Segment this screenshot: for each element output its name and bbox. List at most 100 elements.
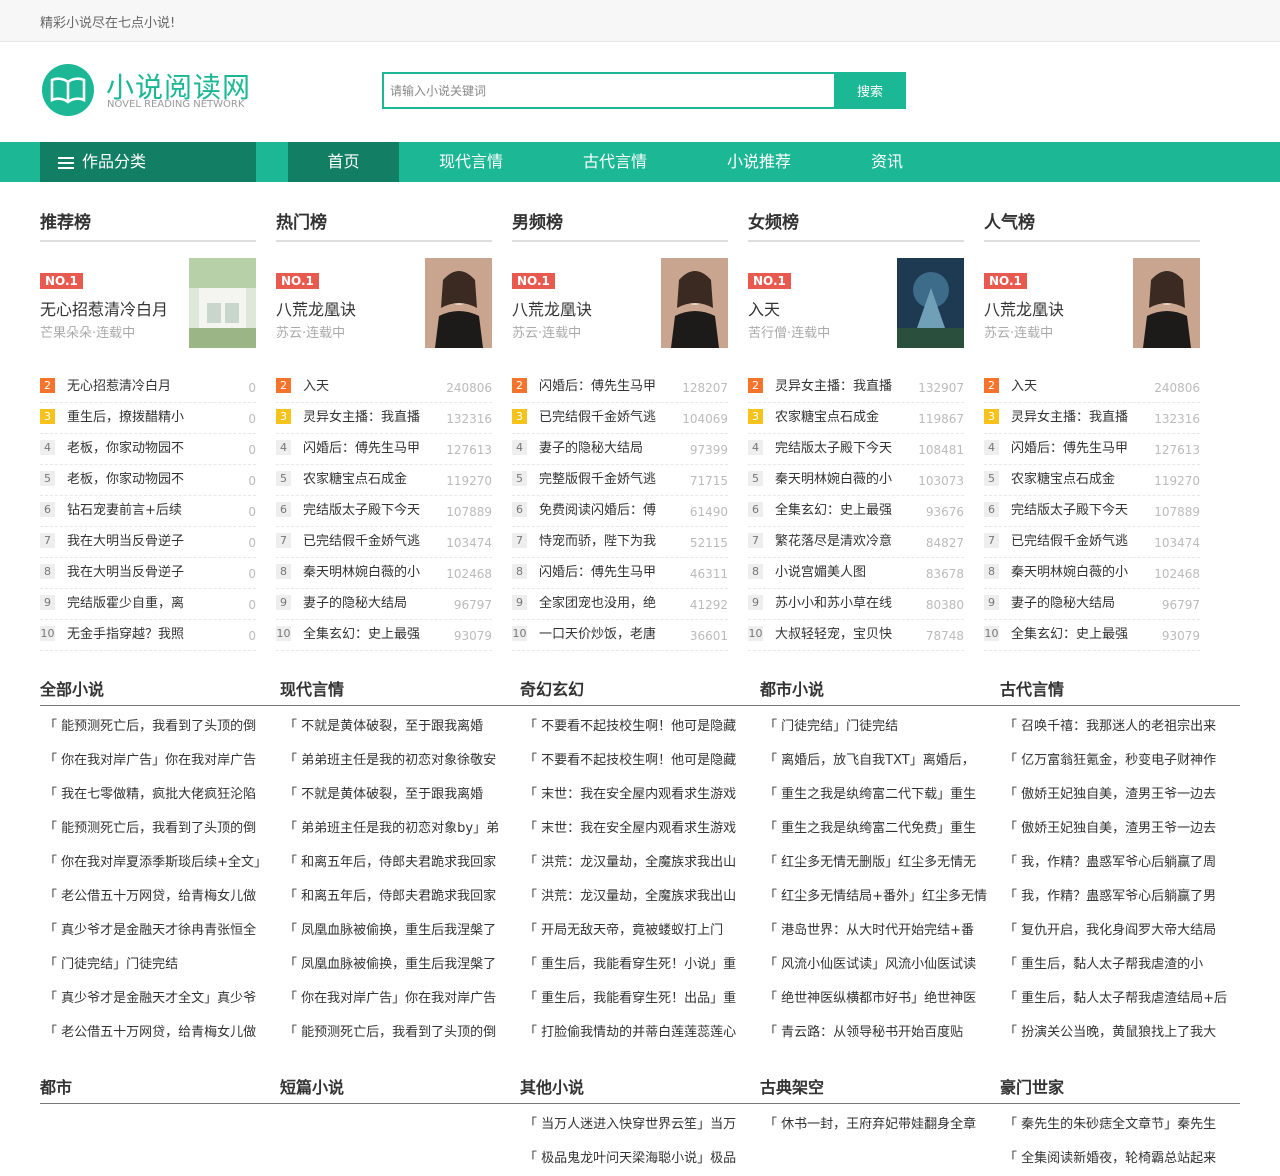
list-item[interactable]: 9 全家团宠也没用，绝 41292 — [512, 589, 728, 620]
list-item[interactable]: 10 一口天价炒饭，老唐 36601 — [512, 620, 728, 651]
list-item[interactable]: 4 闪婚后：傅先生马甲 127613 — [984, 434, 1200, 465]
novel-link[interactable]: 「 重生后，黏人太子帮我虐渣结局+后 — [1004, 982, 1230, 1016]
novel-link[interactable]: 「 红尘多无情无删版」红尘多无情无 — [764, 846, 990, 880]
list-item[interactable]: 6 免费阅读闪婚后：傅 61490 — [512, 496, 728, 527]
novel-link[interactable]: 「 重生后，我能看穿生死！小说」重 — [524, 948, 750, 982]
novel-link[interactable]: 「 我，作精？蛊惑军爷心后躺赢了周 — [1004, 846, 1230, 880]
list-item[interactable]: 2 无心招惹清冷白月 0 — [40, 372, 256, 403]
book-title[interactable]: 已完结假千金娇气逃 — [1011, 534, 1128, 549]
section-header[interactable]: 都市 — [40, 1074, 72, 1098]
novel-link[interactable]: 「 能预测死亡后，我看到了头顶的倒 — [44, 710, 270, 744]
book-title[interactable]: 灵异女主播：我直播 — [303, 410, 420, 425]
list-item[interactable]: 5 农家糖宝点石成金 119270 — [276, 465, 492, 496]
book-title[interactable]: 农家糖宝点石成金 — [303, 472, 407, 487]
featured-book[interactable]: NO.1 入天 苦行僧·连载中 — [748, 242, 964, 372]
list-item[interactable]: 8 秦天明林婉白薇的小 102468 — [276, 558, 492, 589]
featured-title[interactable]: 入天 — [748, 296, 780, 320]
book-title[interactable]: 闪婚后：傅先生马甲 — [539, 379, 656, 394]
book-cover[interactable] — [189, 258, 256, 348]
book-title[interactable]: 秦天明林婉白薇的小 — [1011, 565, 1128, 580]
book-title[interactable]: 完结版太子殿下今天 — [303, 503, 420, 518]
novel-link[interactable]: 「 洪荒：龙汉量劫，全魔族求我出山 — [524, 880, 750, 914]
book-title[interactable]: 灵异女主播：我直播 — [1011, 410, 1128, 425]
book-title[interactable]: 无心招惹清冷白月 — [67, 379, 171, 394]
book-title[interactable]: 完结版太子殿下今天 — [1011, 503, 1128, 518]
novel-link[interactable]: 「 风流小仙医试读」风流小仙医试读 — [764, 948, 990, 982]
list-item[interactable]: 9 妻子的隐秘大结局 96797 — [984, 589, 1200, 620]
list-item[interactable]: 3 重生后，撩拨醋精小 0 — [40, 403, 256, 434]
novel-link[interactable]: 「 弟弟班主任是我的初恋对象by」弟 — [284, 812, 510, 846]
book-title[interactable]: 妻子的隐秘大结局 — [1011, 596, 1115, 611]
book-title[interactable]: 重生后，撩拨醋精小 — [67, 410, 184, 425]
novel-link[interactable]: 「 和离五年后，侍郎夫君跪求我回家 — [284, 846, 510, 880]
featured-book[interactable]: NO.1 八荒龙凰诀 苏云·连载中 — [512, 242, 728, 372]
book-title[interactable]: 恃宠而骄，陛下为我 — [539, 534, 656, 549]
book-title[interactable]: 农家糖宝点石成金 — [1011, 472, 1115, 487]
book-title[interactable]: 农家糖宝点石成金 — [775, 410, 879, 425]
novel-link[interactable]: 「 你在我对岸夏添季斯琰后续+全文」 — [44, 846, 270, 880]
list-item[interactable]: 7 已完结假千金娇气逃 103474 — [276, 527, 492, 558]
novel-link[interactable]: 「 港岛世界：从大时代开始完结+番 — [764, 914, 990, 948]
list-item[interactable]: 4 老板，你家动物园不 0 — [40, 434, 256, 465]
book-title[interactable]: 老板，你家动物园不 — [67, 472, 184, 487]
novel-link[interactable]: 「 开局无敌天帝，竟被蝼蚁打上门 — [524, 914, 750, 948]
featured-book[interactable]: NO.1 无心招惹清冷白月 芒果朵朵·连载中 — [40, 242, 256, 372]
novel-link[interactable]: 「 能预测死亡后，我看到了头顶的倒 — [284, 1016, 510, 1050]
novel-link[interactable]: 「 你在我对岸广告」你在我对岸广告 — [44, 744, 270, 778]
book-title[interactable]: 妻子的隐秘大结局 — [303, 596, 407, 611]
book-title[interactable]: 灵异女主播：我直播 — [775, 379, 892, 394]
book-title[interactable]: 闪婚后：傅先生马甲 — [1011, 441, 1128, 456]
book-title[interactable]: 老板，你家动物园不 — [67, 441, 184, 456]
list-item[interactable]: 9 完结版霍少自重，离 0 — [40, 589, 256, 620]
list-item[interactable]: 5 农家糖宝点石成金 119270 — [984, 465, 1200, 496]
novel-link[interactable]: 「 和离五年后，侍郎夫君跪求我回家 — [284, 880, 510, 914]
list-item[interactable]: 2 灵异女主播：我直播 132907 — [748, 372, 964, 403]
section-header[interactable]: 短篇小说 — [280, 1074, 344, 1098]
novel-link[interactable]: 「 重生之我是纨绔富二代免费」重生 — [764, 812, 990, 846]
book-title[interactable]: 妻子的隐秘大结局 — [539, 441, 643, 456]
novel-link[interactable]: 「 弟弟班主任是我的初恋对象徐敬安 — [284, 744, 510, 778]
novel-link[interactable]: 「 傲娇王妃独自美，渣男王爷一边去 — [1004, 778, 1230, 812]
book-cover[interactable] — [425, 258, 492, 348]
list-item[interactable]: 3 灵异女主播：我直播 132316 — [984, 403, 1200, 434]
novel-link[interactable]: 「 全集阅读新婚夜，轮椅霸总站起来 — [1004, 1142, 1230, 1176]
list-item[interactable]: 2 闪婚后：傅先生马甲 128207 — [512, 372, 728, 403]
novel-link[interactable]: 「 凤凰血脉被偷换，重生后我涅槃了 — [284, 948, 510, 982]
novel-link[interactable]: 「 不就是黄体破裂，至于跟我离婚 — [284, 710, 510, 744]
section-header[interactable]: 豪门世家 — [1000, 1074, 1064, 1098]
list-item[interactable]: 2 入天 240806 — [984, 372, 1200, 403]
novel-link[interactable]: 「 老公借五十万网贷，给青梅女儿做 — [44, 1016, 270, 1050]
book-title[interactable]: 秦天明林婉白薇的小 — [775, 472, 892, 487]
nav-item-recommended[interactable]: 小说推荐 — [704, 142, 814, 182]
book-title[interactable]: 闪婚后：傅先生马甲 — [303, 441, 420, 456]
book-title[interactable]: 我在大明当反骨逆子 — [67, 534, 184, 549]
book-title[interactable]: 苏小小和苏小草在线 — [775, 596, 892, 611]
logo-icon[interactable] — [42, 64, 94, 116]
novel-link[interactable]: 「 青云路：从领导秘书开始百度贴 — [764, 1016, 990, 1050]
novel-link[interactable]: 「 当万人迷进入快穿世界云笙」当万 — [524, 1108, 750, 1142]
featured-book[interactable]: NO.1 八荒龙凰诀 苏云·连载中 — [276, 242, 492, 372]
book-title[interactable]: 完整版假千金娇气逃 — [539, 472, 656, 487]
novel-link[interactable]: 「 绝世神医纵横都市好书」绝世神医 — [764, 982, 990, 1016]
book-title[interactable]: 已完结假千金娇气逃 — [539, 410, 656, 425]
section-header[interactable]: 其他小说 — [520, 1074, 584, 1098]
novel-link[interactable]: 「 极品鬼龙叶问天梁海聪小说」极品 — [524, 1142, 750, 1176]
novel-link[interactable]: 「 不要看不起技校生啊！他可是隐藏 — [524, 744, 750, 778]
novel-link[interactable]: 「 凤凰血脉被偷换，重生后我涅槃了 — [284, 914, 510, 948]
nav-item-ancient-romance[interactable]: 古代言情 — [560, 142, 670, 182]
novel-link[interactable]: 「 我在七零做精，疯批大佬疯狂沦陷 — [44, 778, 270, 812]
list-item[interactable]: 9 苏小小和苏小草在线 80380 — [748, 589, 964, 620]
book-title[interactable]: 大叔轻轻宠，宝贝快 — [775, 627, 892, 642]
novel-link[interactable]: 「 打脸偷我情劫的并蒂白莲莲蕊莲心 — [524, 1016, 750, 1050]
list-item[interactable]: 5 完整版假千金娇气逃 71715 — [512, 465, 728, 496]
novel-link[interactable]: 「 重生后，黏人太子帮我虐渣的小 — [1004, 948, 1230, 982]
search-input[interactable] — [382, 72, 834, 109]
book-title[interactable]: 繁花落尽是清欢冷意 — [775, 534, 892, 549]
section-header[interactable]: 奇幻玄幻 — [520, 676, 584, 700]
list-item[interactable]: 8 我在大明当反骨逆子 0 — [40, 558, 256, 589]
book-title[interactable]: 闪婚后：傅先生马甲 — [539, 565, 656, 580]
novel-link[interactable]: 「 扮演关公当晚，黄鼠狼找上了我大 — [1004, 1016, 1230, 1050]
novel-link[interactable]: 「 重生后，我能看穿生死！出品」重 — [524, 982, 750, 1016]
list-item[interactable]: 4 完结版太子殿下今天 108481 — [748, 434, 964, 465]
novel-link[interactable]: 「 休书一封，王府弃妃带娃翻身全章 — [764, 1108, 990, 1142]
